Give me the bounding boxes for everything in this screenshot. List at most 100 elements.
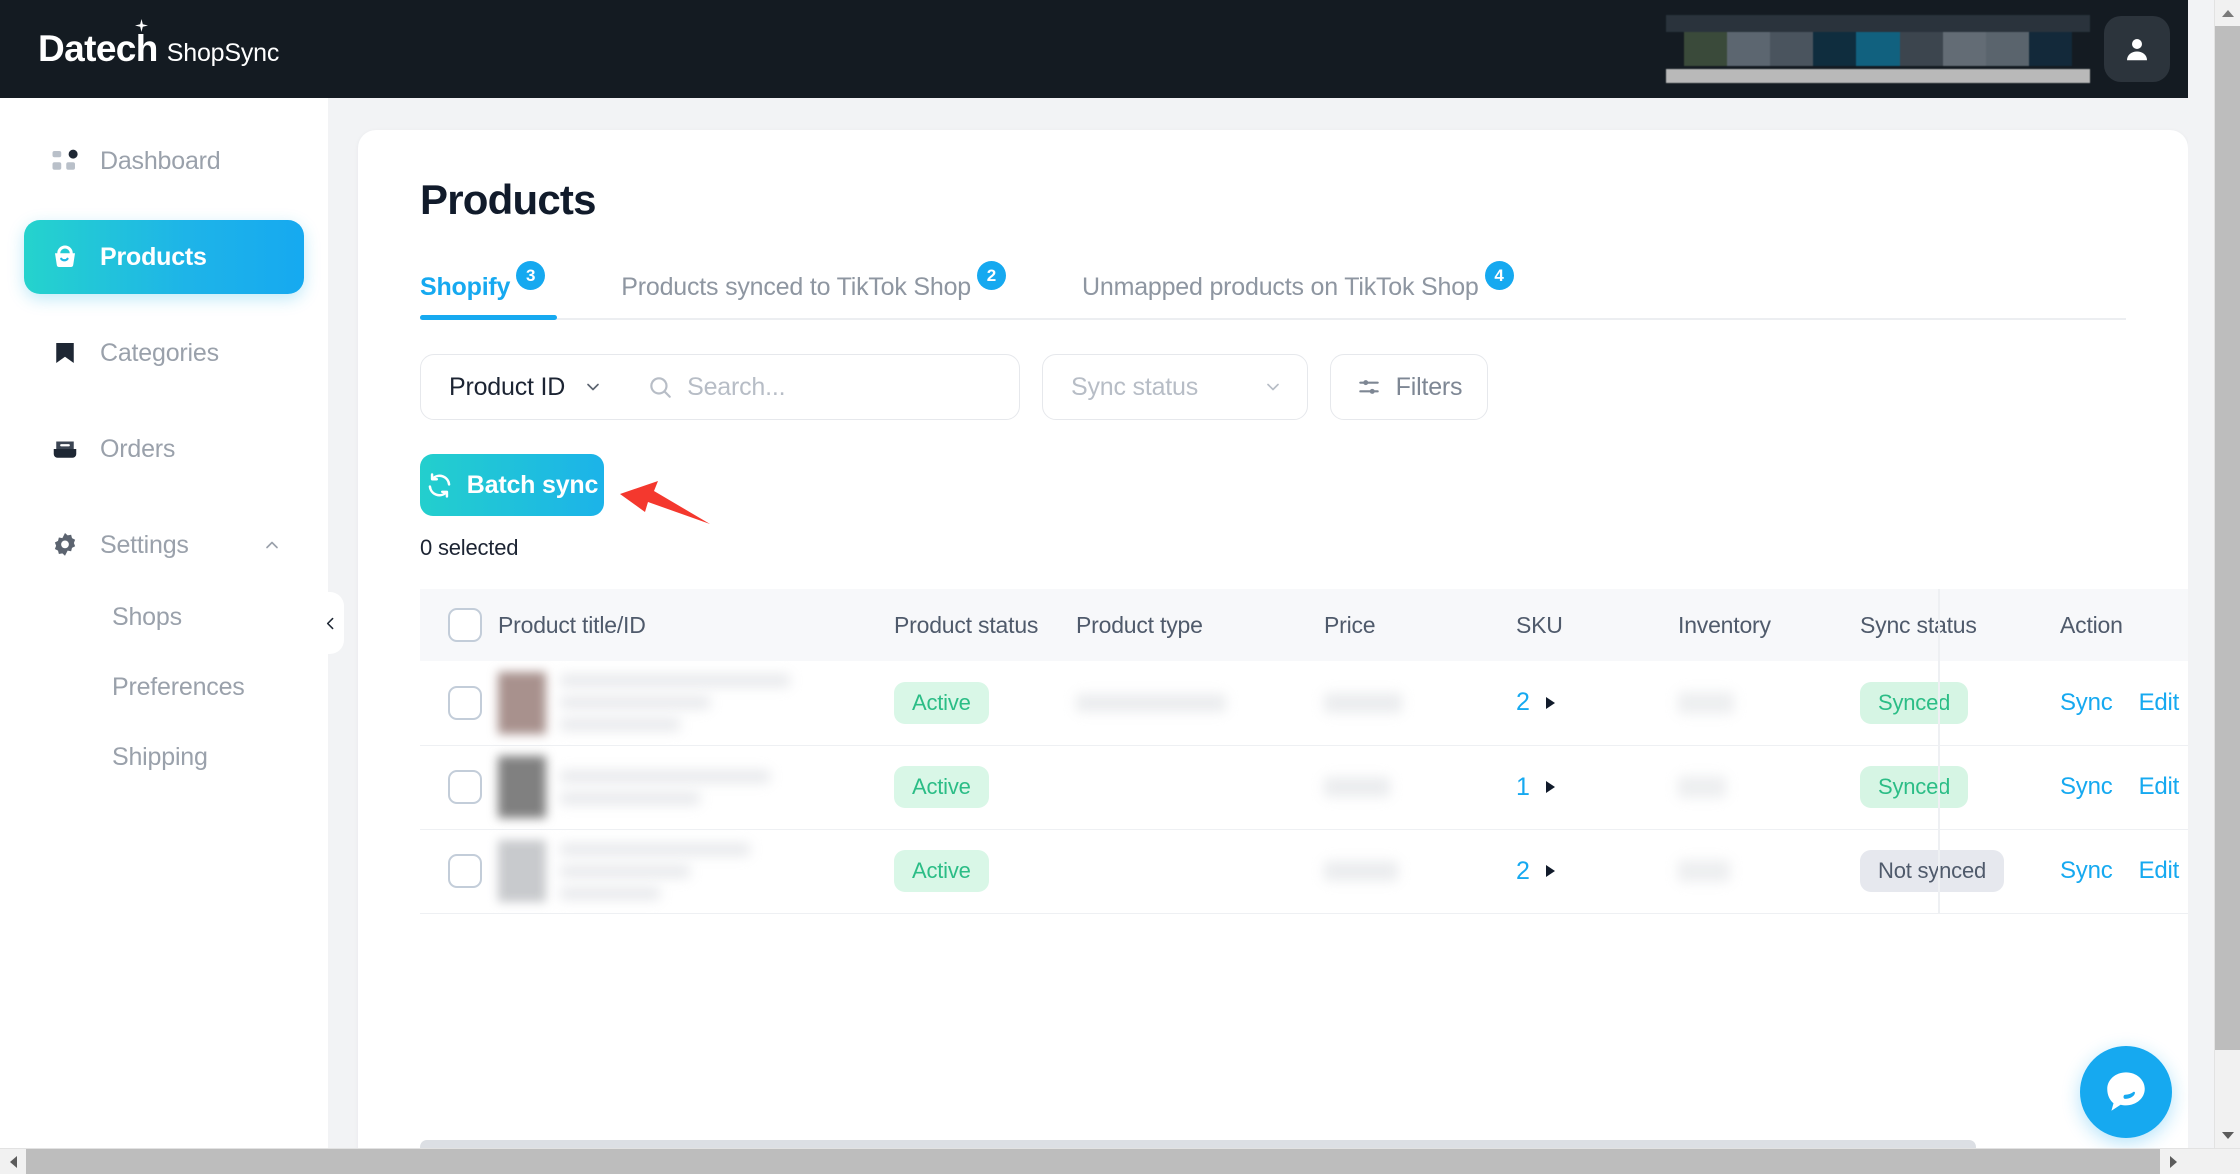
page-vertical-scrollbar[interactable] (2214, 0, 2240, 1148)
products-card: Products Shopify 3 Products synced to Ti… (358, 130, 2188, 1148)
batch-sync-label: Batch sync (466, 470, 599, 499)
page-horizontal-scrollbar[interactable] (0, 1148, 2240, 1174)
sidebar-item-label: Dashboard (100, 146, 221, 175)
row-select-cell (420, 829, 498, 913)
sku-count[interactable]: 1 (1516, 773, 1530, 802)
sidebar-collapse-handle[interactable] (316, 592, 344, 654)
sku-expand-caret[interactable] (1545, 696, 1555, 709)
batch-sync-button[interactable]: Batch sync (420, 454, 604, 516)
horizontal-scrollbar-thumb[interactable] (26, 1148, 2160, 1174)
redacted-inventory (1678, 860, 1730, 882)
sync-status-value: Sync status (1071, 372, 1199, 401)
product-title-cell (498, 661, 894, 745)
filter-bar: Product ID Sync status (420, 354, 2188, 420)
search-field-select[interactable]: Product ID (421, 355, 625, 419)
red-arrow-annotation (620, 481, 710, 524)
tab-products-synced-to-tiktok-shop[interactable]: Products synced to TikTok Shop 2 (621, 261, 1007, 318)
row-sync-link[interactable]: Sync (2060, 857, 2113, 885)
vertical-scrollbar-thumb[interactable] (2215, 26, 2240, 1050)
sidebar-item-preferences[interactable]: Preferences (0, 652, 328, 722)
sidebar-item-products[interactable]: Products (24, 220, 304, 294)
row-edit-link[interactable]: Edit (2139, 689, 2180, 717)
sync-status-badge: Synced (1860, 766, 1969, 808)
gear-icon (50, 530, 80, 560)
sku-expand-caret[interactable] (1545, 781, 1555, 793)
row-checkbox[interactable] (448, 685, 482, 720)
sidebar-item-categories[interactable]: Categories (24, 316, 304, 390)
redacted-product-title (560, 769, 770, 805)
table-horizontal-scrollbar[interactable] (420, 1140, 2126, 1148)
table-row[interactable]: Active 1 Synced Sync Edit (420, 745, 2188, 829)
grid-icon (50, 146, 80, 176)
sku-count[interactable]: 2 (1516, 857, 1530, 886)
tab-unmapped-products-on-tiktok-shop[interactable]: Unmapped products on TikTok Shop 4 (1082, 261, 1514, 318)
tab-badge: 2 (977, 261, 1007, 290)
row-edit-link[interactable]: Edit (2139, 773, 2180, 801)
sidebar-item-orders[interactable]: Orders (24, 412, 304, 486)
sku-count[interactable]: 2 (1516, 688, 1530, 717)
column-header-inventory: Inventory (1678, 611, 1771, 638)
filters-button[interactable]: Filters (1330, 354, 1488, 420)
search-group: Product ID (420, 354, 1020, 420)
table-row[interactable]: Active 2 Not synced Sync Edit (420, 829, 2188, 913)
scroll-left-button[interactable] (0, 1149, 26, 1174)
status-badge: Active (894, 850, 989, 892)
sidebar-item-label: Orders (100, 434, 176, 463)
top-header-bar: Datech ShopSync (0, 0, 2188, 98)
search-field-value: Product ID (449, 372, 566, 401)
search-input[interactable] (687, 372, 1010, 402)
sidebar-item-settings[interactable]: Settings (24, 508, 304, 582)
chevron-up-icon[interactable] (262, 535, 282, 555)
products-table-body: Active 2 Synced Sync Edit Active 1 Synce… (420, 661, 2188, 913)
table-scrollbar-thumb[interactable] (420, 1140, 1976, 1148)
sync-status-cell: Synced (1860, 661, 2038, 745)
app-root: Datech ShopSync Dashboard Products Categ… (0, 0, 2240, 1174)
basket-icon (50, 242, 80, 272)
product-status-cell: Active (894, 829, 1076, 913)
app-logo[interactable]: Datech ShopSync (38, 19, 279, 70)
inventory-cell (1678, 745, 1860, 829)
select-all-checkbox[interactable] (448, 608, 482, 642)
table-header-row: Product title/ID Product status Product … (420, 589, 2188, 661)
sync-status-badge: Not synced (1860, 850, 2005, 892)
column-header-sync-status: Sync status (1860, 611, 1977, 638)
sync-status-cell: Synced (1860, 745, 2038, 829)
user-avatar-button[interactable] (2104, 16, 2170, 82)
redacted-price (1324, 777, 1390, 797)
scroll-down-button[interactable] (2215, 1122, 2240, 1148)
scroll-right-button[interactable] (2160, 1149, 2186, 1174)
table-row[interactable]: Active 2 Synced Sync Edit (420, 661, 2188, 745)
sidebar-item-label: Categories (100, 338, 219, 367)
redacted-product-title (560, 674, 790, 732)
scroll-up-button[interactable] (2215, 0, 2240, 26)
product-type-cell (1076, 661, 1324, 745)
action-column-divider (1938, 589, 1940, 913)
sku-cell: 2 (1516, 661, 1678, 745)
sidebar-item-shipping[interactable]: Shipping (0, 722, 328, 792)
sidebar-item-label: Settings (100, 530, 189, 559)
sidebar-item-shops[interactable]: Shops (0, 582, 328, 652)
sidebar-subitem-label: Preferences (112, 672, 245, 701)
tab-label: Shopify (420, 273, 511, 301)
tab-label: Products synced to TikTok Shop (621, 273, 972, 301)
redacted-header-content (1666, 15, 2090, 83)
row-sync-link[interactable]: Sync (2060, 689, 2113, 717)
redacted-price (1324, 692, 1402, 713)
chevron-down-icon (587, 383, 599, 391)
sync-status-select[interactable]: Sync status (1042, 354, 1308, 420)
main-content: Products Shopify 3 Products synced to Ti… (328, 98, 2188, 1148)
products-table-wrap: Product title/ID Product status Product … (420, 589, 2188, 914)
sidebar-item-dashboard[interactable]: Dashboard (24, 124, 304, 198)
row-sync-link[interactable]: Sync (2060, 773, 2113, 801)
sidebar-subitem-label: Shops (112, 602, 182, 631)
sku-expand-caret[interactable] (1545, 865, 1555, 877)
row-checkbox[interactable] (448, 854, 482, 888)
chat-support-button[interactable] (2080, 1046, 2172, 1138)
column-header-price: Price (1324, 611, 1376, 638)
row-checkbox[interactable] (448, 770, 482, 804)
tab-shopify[interactable]: Shopify 3 (420, 261, 558, 320)
redacted-inventory (1678, 776, 1726, 798)
row-edit-link[interactable]: Edit (2139, 857, 2180, 885)
products-table: Product title/ID Product status Product … (420, 589, 2188, 914)
product-thumbnail (498, 671, 546, 734)
